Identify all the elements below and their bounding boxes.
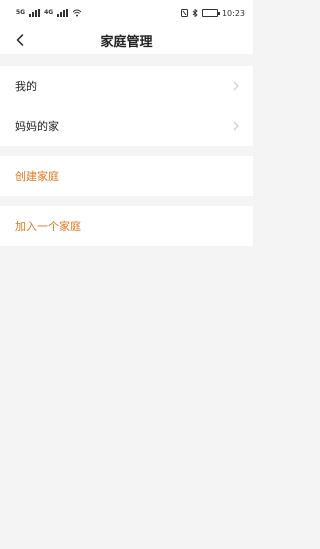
sim1-label: 5G bbox=[16, 9, 26, 16]
chevron-right-icon bbox=[233, 121, 241, 131]
status-bar: 5G 4G 10:23 bbox=[0, 0, 253, 26]
create-family-section: 创建家庭 bbox=[0, 156, 253, 196]
join-family-section: 加入一个家庭 bbox=[0, 206, 253, 246]
signal-icon bbox=[29, 9, 41, 17]
sim2-label: 4G bbox=[44, 9, 54, 16]
nfc-icon bbox=[180, 9, 188, 17]
family-item-label: 妈妈的家 bbox=[15, 120, 59, 133]
family-list: 我的 妈妈的家 bbox=[0, 66, 253, 146]
create-family-button[interactable]: 创建家庭 bbox=[0, 156, 253, 196]
bluetooth-icon bbox=[192, 9, 198, 17]
join-family-button[interactable]: 加入一个家庭 bbox=[0, 206, 253, 246]
family-item-mine[interactable]: 我的 bbox=[0, 66, 253, 106]
family-item-label: 我的 bbox=[15, 80, 37, 93]
back-button[interactable] bbox=[10, 30, 30, 50]
join-family-label: 加入一个家庭 bbox=[15, 220, 81, 233]
page-title: 家庭管理 bbox=[100, 34, 153, 50]
signal-icon-2 bbox=[57, 9, 69, 17]
nav-bar: 家庭管理 bbox=[0, 26, 253, 54]
status-right: 10:23 bbox=[180, 8, 245, 18]
wifi-icon bbox=[72, 9, 82, 17]
battery-icon bbox=[201, 9, 220, 17]
chevron-left-icon bbox=[16, 34, 24, 46]
chevron-right-icon bbox=[233, 81, 241, 91]
create-family-label: 创建家庭 bbox=[15, 170, 59, 183]
family-item-mom[interactable]: 妈妈的家 bbox=[0, 106, 253, 146]
status-left: 5G 4G bbox=[16, 9, 82, 17]
status-time: 10:23 bbox=[221, 8, 245, 18]
